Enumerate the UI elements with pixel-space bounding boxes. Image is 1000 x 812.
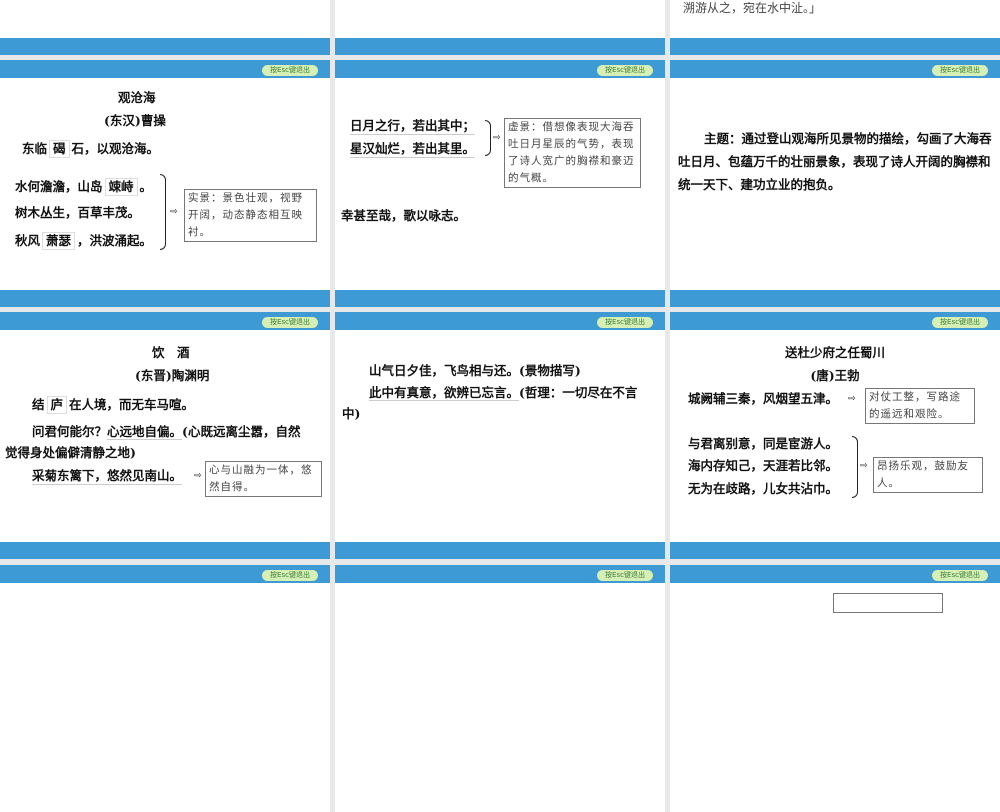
poem-author: (唐)王勃 [810, 368, 860, 383]
text: 东临 [22, 141, 48, 156]
slide-bottom-bar [0, 290, 330, 307]
annotation-box [833, 593, 943, 613]
slide-top-bar: 按Esc键退出 [335, 312, 665, 330]
annotation-box: 对仗工整，写路途的遥远和艰险。 [865, 388, 975, 424]
esc-exit-button[interactable]: 按Esc键退出 [597, 570, 653, 581]
slide-top-bar: 按Esc键退出 [0, 60, 330, 78]
poem-author: (东汉)曹操 [104, 113, 166, 128]
poem-line: 幸甚至哉，歌以咏志。 [341, 208, 467, 223]
blank-box: 碣 [49, 140, 70, 158]
slide-top-bar: 按Esc键退出 [670, 312, 1000, 330]
poem-author: (东晋)陶渊明 [135, 368, 210, 383]
poem-line: 问君何能尔？心远地自偏。(心既远离尘嚣，自然 [32, 424, 300, 440]
text: 心远地自偏。 [107, 424, 183, 440]
slide-bottom-bar [670, 542, 1000, 559]
brace-icon [485, 120, 491, 156]
text: 石，以观沧海。 [71, 141, 160, 156]
slide-bottom-bar [335, 542, 665, 559]
theme-paragraph: 主题：通过登山观海所见景物的描绘，勾画了大海吞吐日月、包蕴万千的壮丽景象，表现了… [678, 131, 992, 192]
poem-title: 饮 酒 [152, 345, 190, 360]
poem-line: 树木丛生，百草丰茂。 [15, 205, 141, 220]
slide-r1c1 [0, 0, 330, 55]
slide-top-bar: 按Esc键退出 [0, 312, 330, 330]
arrow-icon: ⇨ [493, 133, 501, 143]
text: 秋风 [15, 233, 41, 248]
slide-bottom-bar [0, 38, 330, 55]
slide-top-bar: 按Esc键退出 [670, 565, 1000, 583]
esc-exit-button[interactable]: 按Esc键退出 [597, 317, 653, 328]
poem-line: 与君离别意，同是宦游人。 [688, 436, 839, 451]
slide-r4c3[interactable]: 按Esc键退出 [670, 565, 1000, 812]
slide-yinjiu[interactable]: 按Esc键退出 饮 酒 (东晋)陶渊明 结庐在人境，而无车马喧。 问君何能尔？心… [0, 312, 330, 559]
poem-line: 溯游从之，宛在水中沚。」 [683, 1, 822, 15]
poem-line: 山气日夕佳，飞鸟相与还。(景物描写) [369, 363, 581, 378]
esc-exit-button[interactable]: 按Esc键退出 [262, 65, 318, 76]
annotation-box: 实景：景色壮观，视野开阔，动态静态相互映衬。 [184, 189, 317, 242]
text: 。 [139, 179, 153, 194]
esc-exit-button[interactable]: 按Esc键退出 [262, 570, 318, 581]
blank-box: 庐 [46, 396, 68, 414]
poem-line: 秋风 萧瑟 ，洪波涌起。 [15, 232, 152, 250]
poem-line: 觉得身处偏僻清静之地) [5, 445, 136, 460]
annotation-box: 心与山融为一体，悠然自得。 [205, 461, 322, 497]
esc-exit-button[interactable]: 按Esc键退出 [932, 65, 988, 76]
slide-bottom-bar [335, 38, 665, 55]
blank-box: 萧瑟 [42, 232, 76, 250]
poem-line: 中) [342, 406, 361, 421]
annotation-box: 昂扬乐观，鼓励友人。 [873, 457, 983, 493]
text: ，洪波涌起。 [77, 233, 153, 248]
slide-shanqi[interactable]: 按Esc键退出 山气日夕佳，飞鸟相与还。(景物描写) 此中有真意，欲辨已忘言。(… [335, 312, 665, 559]
poem-line: 无为在歧路，儿女共沾巾。 [688, 481, 839, 496]
poem-line: 此中有真意，欲辨已忘言。(哲理：一切尽在不言 [369, 385, 637, 401]
annotation-box: 虚景：借想像表现大海吞吐日月星辰的气势，表现了诗人宽广的胸襟和豪迈的气概。 [504, 118, 641, 188]
slide-theme[interactable]: 按Esc键退出 主题：通过登山观海所见景物的描绘，勾画了大海吞吐日月、包蕴万千的… [670, 60, 1000, 307]
esc-exit-button[interactable]: 按Esc键退出 [262, 317, 318, 328]
text: 在人境，而无车马喧。 [69, 397, 195, 412]
slide-bottom-bar [0, 542, 330, 559]
poem-line: 水何澹澹，山岛 竦峙。 [15, 178, 152, 196]
esc-exit-button[interactable]: 按Esc键退出 [932, 317, 988, 328]
poem-line: 结庐在人境，而无车马喧。 [32, 396, 194, 414]
text: (心既远离尘嚣，自然 [182, 424, 301, 439]
slide-top-bar: 按Esc键退出 [0, 565, 330, 583]
text: 问君何能尔？ [32, 424, 108, 439]
poem-title: 观沧海 [118, 90, 156, 105]
poem-line: 东临碣石，以观沧海。 [22, 140, 159, 158]
arrow-icon: ⇨ [860, 461, 868, 471]
slide-bottom-bar [670, 290, 1000, 307]
text: 结 [32, 397, 45, 412]
text: 此中有真意，欲辨已忘言。 [369, 385, 520, 401]
arrow-icon: ⇨ [170, 207, 178, 217]
slide-r4c2[interactable]: 按Esc键退出 [335, 565, 665, 812]
poem-line: 日月之行，若出其中； [350, 118, 476, 135]
poem-line: 城阙辅三秦，风烟望五津。 [688, 391, 839, 406]
esc-exit-button[interactable]: 按Esc键退出 [932, 570, 988, 581]
poem-title: 送杜少府之任蜀川 [784, 345, 885, 360]
poem-line: 海内存知己，天涯若比邻。 [688, 458, 839, 473]
slide-top-bar: 按Esc键退出 [335, 565, 665, 583]
brace-icon [852, 436, 858, 498]
blank-box: 竦峙 [104, 178, 138, 196]
slide-top-bar: 按Esc键退出 [670, 60, 1000, 78]
slide-top-bar: 按Esc键退出 [335, 60, 665, 78]
slide-r4c1[interactable]: 按Esc键退出 [0, 565, 330, 812]
slide-guancanghai[interactable]: 按Esc键退出 观沧海 (东汉)曹操 东临碣石，以观沧海。 水何澹澹，山岛 竦峙。… [0, 60, 330, 307]
slide-r1c3: 溯游从之，宛在水中沚。」 [670, 0, 1000, 55]
poem-line: 星汉灿烂，若出其里。 [350, 141, 476, 158]
text: (哲理：一切尽在不言 [519, 385, 638, 400]
arrow-icon: ⇨ [848, 394, 856, 404]
brace-icon [160, 174, 166, 250]
text: 水何澹澹，山岛 [15, 179, 103, 194]
slide-bottom-bar [335, 290, 665, 307]
slide-riyue[interactable]: 按Esc键退出 日月之行，若出其中； 星汉灿烂，若出其里。 ⇨ 虚景：借想像表现… [335, 60, 665, 307]
arrow-icon: ⇨ [194, 471, 202, 481]
slide-songdu[interactable]: 按Esc键退出 送杜少府之任蜀川 (唐)王勃 城阙辅三秦，风烟望五津。 ⇨ 对仗… [670, 312, 1000, 559]
poem-line: 采菊东篱下，悠然见南山。 [32, 468, 183, 485]
slide-r1c2 [335, 0, 665, 55]
slide-bottom-bar [670, 38, 1000, 55]
esc-exit-button[interactable]: 按Esc键退出 [597, 65, 653, 76]
